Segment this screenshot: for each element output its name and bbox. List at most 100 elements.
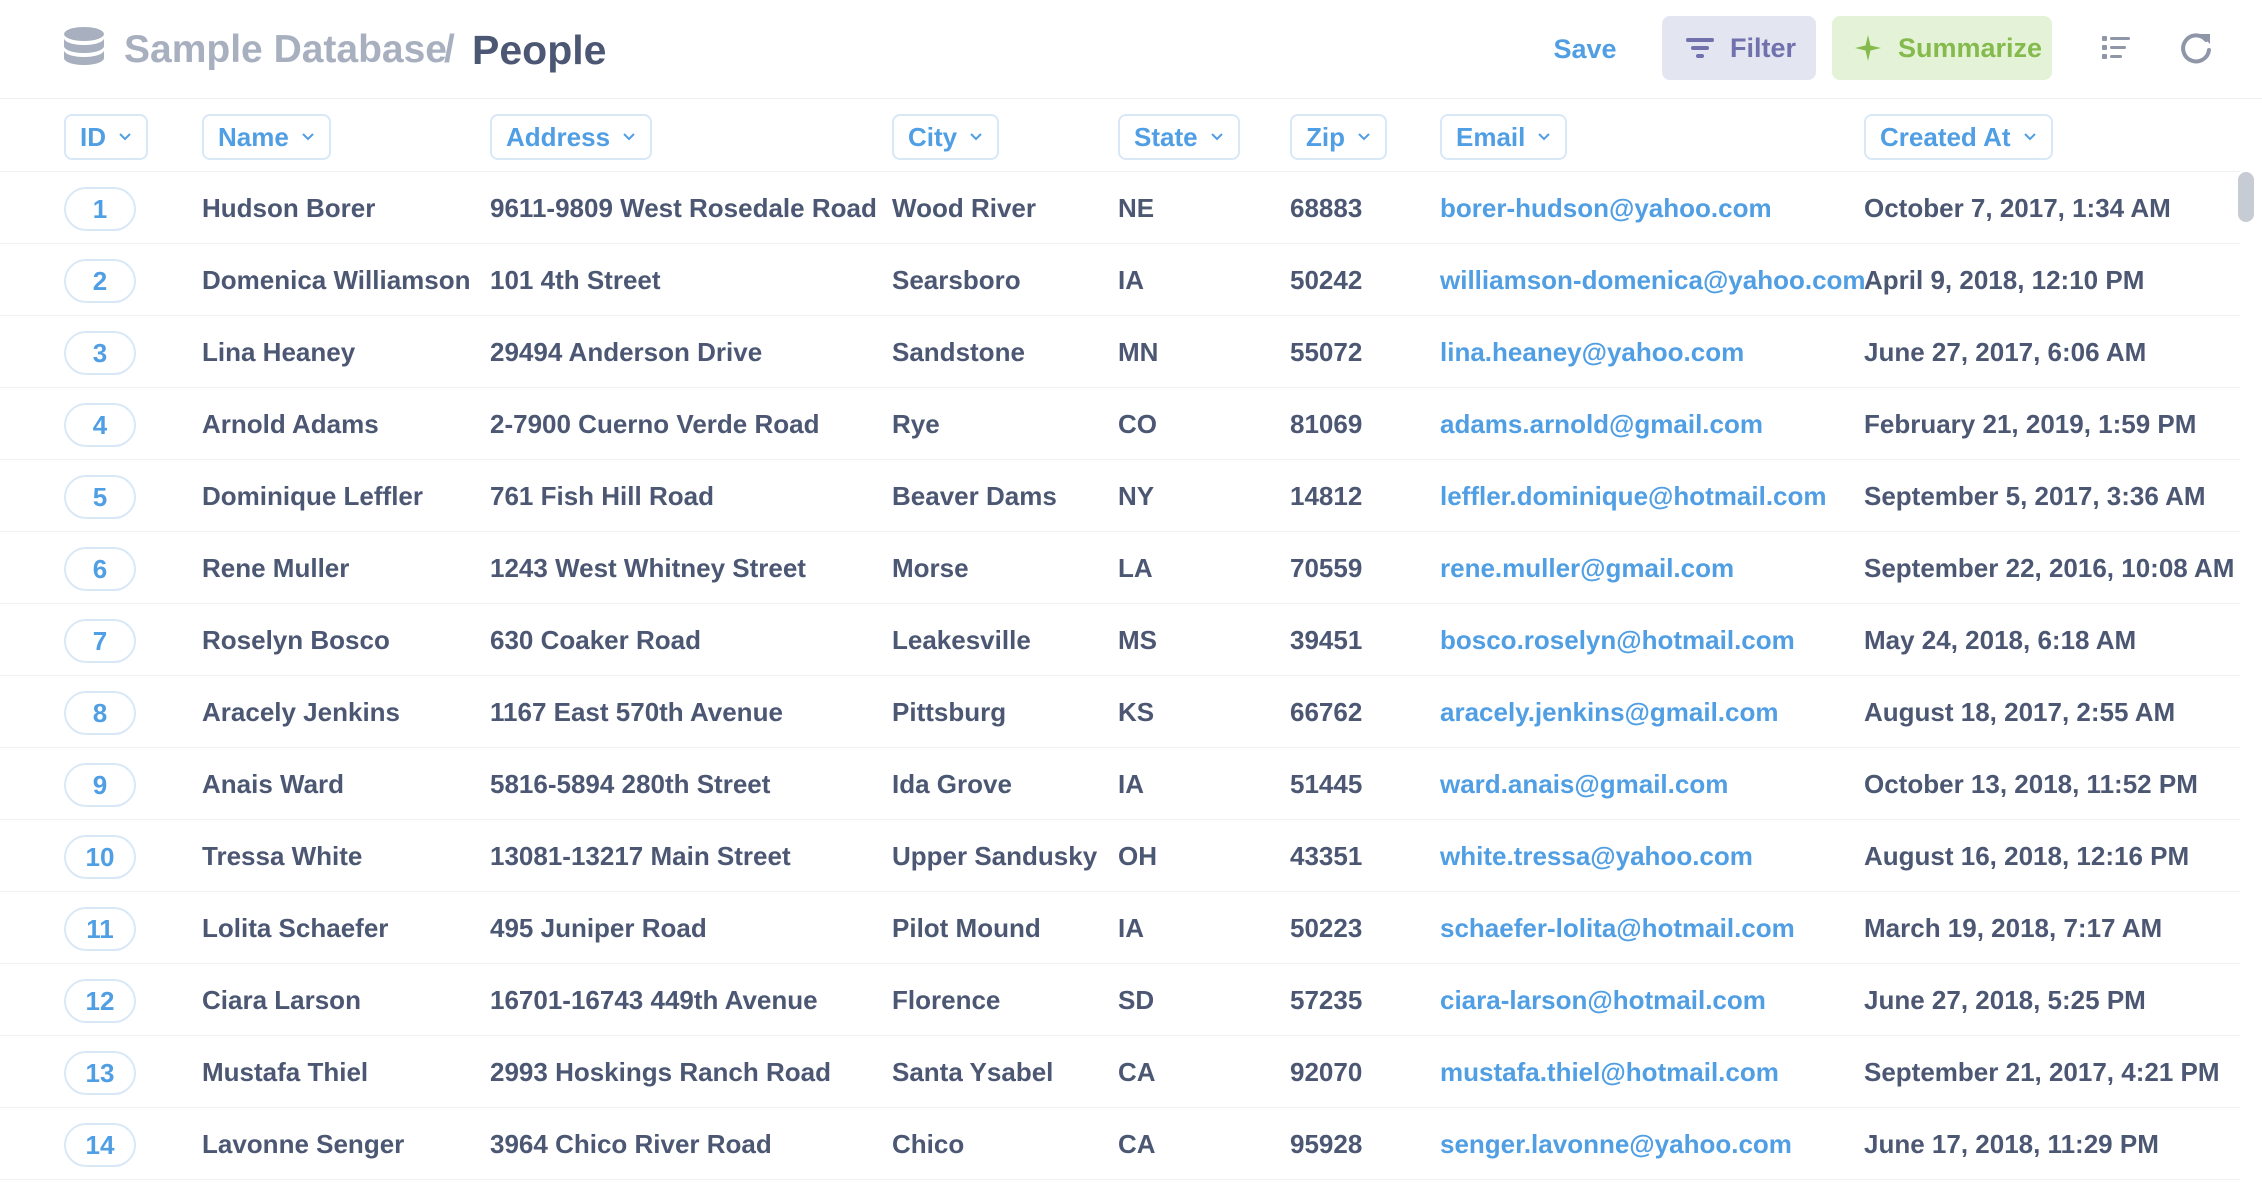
cell-id[interactable]: 2 xyxy=(64,259,136,303)
cell-name: Anais Ward xyxy=(202,769,345,799)
refresh-icon[interactable] xyxy=(2176,28,2216,68)
scrollbar-thumb[interactable] xyxy=(2238,172,2254,222)
data-table: ID Name Address City State Zip Email Cre… xyxy=(0,100,2262,1188)
cell-created-at: August 16, 2018, 12:16 PM xyxy=(1864,841,2190,871)
cell-state: IA xyxy=(1118,913,1144,943)
cell-zip: 50223 xyxy=(1290,913,1363,943)
cell-id[interactable]: 3 xyxy=(64,331,136,375)
cell-address: 29494 Anderson Drive xyxy=(490,337,763,367)
cell-zip: 39451 xyxy=(1290,625,1363,655)
table-row: 5 Dominique Leffler 761 Fish Hill Road Beav… xyxy=(0,460,2240,532)
column-header-name[interactable]: Name xyxy=(202,114,331,160)
cell-email[interactable]: rene.muller@gmail.com xyxy=(1440,532,1734,604)
cell-state: SD xyxy=(1118,985,1155,1015)
cell-email[interactable]: adams.arnold@gmail.com xyxy=(1440,388,1763,460)
cell-state: LA xyxy=(1118,553,1153,583)
filter-label: Filter xyxy=(1730,33,1797,63)
cell-id[interactable]: 11 xyxy=(64,907,136,951)
cell-city: Chico xyxy=(892,1129,965,1159)
cell-id[interactable]: 9 xyxy=(64,763,136,807)
cell-city: Sandstone xyxy=(892,337,1025,367)
cell-email[interactable]: ciara-larson@hotmail.com xyxy=(1440,964,1766,1036)
breadcrumb-database[interactable]: Sample Database xyxy=(124,22,447,78)
cell-address: 630 Coaker Road xyxy=(490,625,701,655)
cell-city: Pilot Mound xyxy=(892,913,1041,943)
column-header-created-at[interactable]: Created At xyxy=(1864,114,2053,160)
cell-email[interactable]: leffler.dominique@hotmail.com xyxy=(1440,460,1827,532)
column-header-email[interactable]: Email xyxy=(1440,114,1568,160)
query-header: Sample Database / People Save Filter Sum… xyxy=(0,0,2262,99)
cell-city: Pittsburg xyxy=(892,697,1007,727)
column-header-city[interactable]: City xyxy=(892,114,1000,160)
cell-name: Lolita Schaefer xyxy=(202,913,389,943)
cell-zip: 50242 xyxy=(1290,265,1363,295)
table-row: 11 Lolita Schaefer 495 Juniper Road Pilot M… xyxy=(0,892,2240,964)
cell-id[interactable]: 5 xyxy=(64,475,136,519)
cell-address: 1243 West Whitney Street xyxy=(490,553,806,583)
cell-email[interactable]: senger.lavonne@yahoo.com xyxy=(1440,1108,1792,1180)
breadcrumb-separator: / xyxy=(444,28,455,71)
cell-email[interactable]: schaefer-lolita@hotmail.com xyxy=(1440,892,1795,964)
cell-email[interactable]: ward.anais@gmail.com xyxy=(1440,748,1728,820)
cell-zip: 66762 xyxy=(1290,697,1363,727)
table-row: 9 Anais Ward 5816-5894 280th Street Ida Gro… xyxy=(0,748,2240,820)
save-button[interactable]: Save xyxy=(1540,20,1630,78)
cell-id[interactable]: 4 xyxy=(64,403,136,447)
cell-id[interactable]: 10 xyxy=(64,835,136,879)
table-row: 6 Rene Muller 1243 West Whitney Street Mors… xyxy=(0,532,2240,604)
summarize-button[interactable]: Summarize xyxy=(1832,16,2052,80)
cell-id[interactable]: 12 xyxy=(64,979,136,1023)
table-body: 1 Hudson Borer 9611-9809 West Rosedale Roa… xyxy=(0,172,2240,1180)
cell-created-at: April 9, 2018, 12:10 PM xyxy=(1864,265,2145,295)
column-header-zip[interactable]: Zip xyxy=(1290,114,1387,160)
breadcrumb-table: People xyxy=(472,27,607,73)
cell-address: 3964 Chico River Road xyxy=(490,1129,772,1159)
vertical-scrollbar[interactable] xyxy=(2236,172,2256,1188)
cell-email[interactable]: aracely.jenkins@gmail.com xyxy=(1440,676,1778,748)
column-header-address[interactable]: Address xyxy=(490,114,653,160)
cell-created-at: September 5, 2017, 3:36 AM xyxy=(1864,481,2206,511)
cell-city: Upper Sandusky xyxy=(892,841,1098,871)
cell-name: Tressa White xyxy=(202,841,363,871)
cell-id[interactable]: 6 xyxy=(64,547,136,591)
plus-icon xyxy=(1855,35,1881,61)
list-icon[interactable] xyxy=(2096,28,2136,68)
cell-id[interactable]: 13 xyxy=(64,1051,136,1095)
table-row: 12 Ciara Larson 16701-16743 449th Avenue Fl… xyxy=(0,964,2240,1036)
cell-city: Leakesville xyxy=(892,625,1031,655)
cell-email[interactable]: mustafa.thiel@hotmail.com xyxy=(1440,1036,1779,1108)
cell-zip: 57235 xyxy=(1290,985,1363,1015)
cell-email[interactable]: borer-hudson@yahoo.com xyxy=(1440,172,1772,244)
cell-email[interactable]: bosco.roselyn@hotmail.com xyxy=(1440,604,1795,676)
cell-state: NE xyxy=(1118,193,1155,223)
chevron-down-icon xyxy=(1358,133,1370,141)
column-header-state[interactable]: State xyxy=(1118,114,1240,160)
cell-email[interactable]: white.tressa@yahoo.com xyxy=(1440,820,1753,892)
table-row: 7 Roselyn Bosco 630 Coaker Road Leakesville… xyxy=(0,604,2240,676)
cell-state: CO xyxy=(1118,409,1157,439)
filter-button[interactable]: Filter xyxy=(1662,16,1816,80)
cell-city: Florence xyxy=(892,985,1001,1015)
chevron-down-icon xyxy=(970,133,982,141)
chevron-down-icon xyxy=(302,133,314,141)
cell-id[interactable]: 1 xyxy=(64,187,136,231)
cell-id[interactable]: 8 xyxy=(64,691,136,735)
cell-name: Ciara Larson xyxy=(202,985,361,1015)
cell-id[interactable]: 14 xyxy=(64,1123,136,1167)
cell-email[interactable]: lina.heaney@yahoo.com xyxy=(1440,316,1744,388)
cell-address: 2993 Hoskings Ranch Road xyxy=(490,1057,831,1087)
cell-created-at: February 21, 2019, 1:59 PM xyxy=(1864,409,2197,439)
cell-state: NY xyxy=(1118,481,1155,511)
cell-created-at: March 19, 2018, 7:17 AM xyxy=(1864,913,2163,943)
cell-created-at: June 27, 2017, 6:06 AM xyxy=(1864,337,2147,367)
cell-email[interactable]: williamson-domenica@yahoo.com xyxy=(1440,244,1866,316)
chevron-down-icon xyxy=(1538,133,1551,141)
column-header-id[interactable]: ID xyxy=(64,114,148,160)
cell-zip: 43351 xyxy=(1290,841,1363,871)
cell-created-at: September 21, 2017, 4:21 PM xyxy=(1864,1057,2220,1087)
cell-city: Santa Ysabel xyxy=(892,1057,1054,1087)
cell-id[interactable]: 7 xyxy=(64,619,136,663)
cell-created-at: May 24, 2018, 6:18 AM xyxy=(1864,625,2137,655)
cell-state: MN xyxy=(1118,337,1159,367)
cell-name: Rene Muller xyxy=(202,553,350,583)
